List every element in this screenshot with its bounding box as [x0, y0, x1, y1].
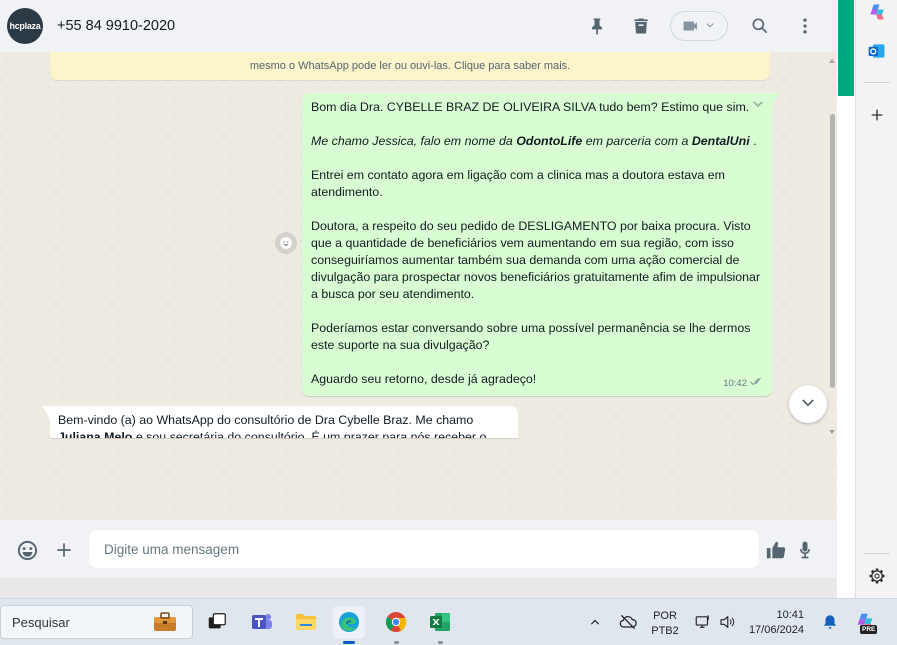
- taskbar-search-placeholder: Pesquisar: [12, 615, 70, 630]
- incoming-message-bubble[interactable]: Bem-vindo (a) ao WhatsApp do consultório…: [50, 406, 518, 438]
- message-paragraph: Doutora, a respeito do seu pedido de DES…: [311, 219, 761, 301]
- active-app-indicator: [343, 641, 355, 644]
- menu-icon[interactable]: [793, 14, 817, 38]
- scroll-to-bottom-button[interactable]: [789, 385, 827, 423]
- message-paragraph: Entrei em contato agora em ligação com a…: [311, 168, 725, 199]
- file-explorer-icon[interactable]: [290, 606, 322, 638]
- brand-dentaluni: DentalUni: [691, 134, 750, 148]
- message-paragraph: Poderíamos estar conversando sobre uma p…: [311, 321, 751, 352]
- show-hidden-icons-chevron-icon[interactable]: [583, 606, 607, 638]
- emoji-icon[interactable]: [15, 538, 39, 562]
- message-line: Juliana Melo e sou secretária do consult…: [58, 429, 510, 438]
- outgoing-message-bubble[interactable]: Bom dia Dra. CYBELLE BRAZ DE OLIVEIRA SI…: [302, 93, 780, 396]
- taskbar-search-box[interactable]: Pesquisar: [0, 605, 193, 639]
- sidebar-divider: [864, 553, 890, 554]
- task-view-icon[interactable]: [201, 606, 233, 638]
- emoji-reaction-icon[interactable]: [275, 232, 297, 254]
- system-clock[interactable]: 10:41 17/06/2024: [748, 608, 804, 638]
- excel-icon[interactable]: [424, 606, 456, 638]
- onedrive-offline-icon[interactable]: [615, 606, 641, 638]
- whatsapp-green-bar: [838, 0, 854, 96]
- add-icon[interactable]: [865, 103, 889, 127]
- header-actions: [585, 0, 817, 52]
- copilot-preview-icon[interactable]: PRE: [850, 606, 880, 638]
- contact-name[interactable]: +55 84 9910-2020: [57, 18, 175, 34]
- message-paragraph: Bom dia Dra. CYBELLE BRAZ DE OLIVEIRA SI…: [311, 100, 750, 114]
- message-text: .: [749, 134, 757, 148]
- thumbs-up-icon[interactable]: [764, 538, 788, 562]
- contact-avatar[interactable]: hcplaza: [7, 8, 43, 44]
- attach-plus-icon[interactable]: [52, 538, 76, 562]
- scroll-thumb[interactable]: [830, 114, 835, 388]
- sidebar-divider: [864, 82, 890, 83]
- double-check-icon: [750, 375, 764, 392]
- preview-badge: PRE: [860, 625, 878, 634]
- chevron-down-icon: [802, 399, 814, 407]
- scroll-up-arrow[interactable]: [829, 59, 835, 63]
- chat-messages-area[interactable]: mesmo o WhatsApp pode ler ou ouvi-las. C…: [0, 52, 837, 520]
- browser-sidebar: [855, 0, 897, 598]
- message-text: em parceria com a: [582, 134, 692, 148]
- settings-gear-icon[interactable]: [865, 564, 889, 588]
- whatsapp-window: hcplaza +55 84 9910-2020 mesmo o WhatsAp…: [0, 0, 837, 578]
- message-text: Me chamo Jessica, falo em nome da: [311, 134, 517, 148]
- outlook-icon[interactable]: [865, 39, 889, 63]
- search-icon[interactable]: [748, 14, 772, 38]
- message-time: 10:42: [723, 378, 747, 389]
- running-app-indicator: [394, 641, 399, 644]
- briefcase-icon: [151, 610, 179, 634]
- running-app-indicator: [438, 641, 443, 644]
- message-composer: [0, 520, 837, 578]
- bubble-tail: [772, 93, 780, 106]
- message-options-chevron-icon[interactable]: [750, 97, 766, 113]
- chrome-icon[interactable]: [380, 606, 412, 638]
- message-line: Bem-vindo (a) ao WhatsApp do consultório…: [58, 413, 474, 427]
- scroll-down-arrow[interactable]: [829, 430, 835, 434]
- clock-time: 10:41: [776, 609, 804, 621]
- message-paragraph: Aguardo seu retorno, desde já agradeço!: [311, 372, 537, 386]
- secretary-name: Juliana Melo: [58, 430, 133, 438]
- brand-odontolife: OdontoLife: [516, 134, 583, 148]
- pin-icon[interactable]: [585, 14, 609, 38]
- message-paragraph: Me chamo Jessica, falo em nome da Odonto…: [311, 133, 763, 150]
- windows-taskbar: Pesquisar POR PTB2 10:41 17/06/2024 PRE: [0, 598, 897, 645]
- input-language-indicator[interactable]: POR PTB2: [648, 609, 682, 639]
- video-camera-icon: [683, 21, 697, 31]
- chat-header: hcplaza +55 84 9910-2020: [0, 0, 837, 52]
- video-call-button[interactable]: [670, 11, 728, 41]
- chevron-down-icon: [706, 23, 714, 28]
- message-meta: 10:42: [723, 375, 764, 392]
- keyboard-layout-code: PTB2: [651, 625, 679, 637]
- notification-bell-icon[interactable]: [818, 606, 842, 638]
- clock-date: 17/06/2024: [748, 624, 804, 636]
- edge-browser-icon[interactable]: [333, 606, 365, 638]
- language-code: POR: [653, 610, 677, 622]
- microphone-icon[interactable]: [793, 538, 817, 562]
- copilot-icon[interactable]: [865, 0, 889, 24]
- network-icon[interactable]: [693, 606, 713, 638]
- volume-icon[interactable]: [716, 606, 738, 638]
- bubble-tail: [42, 406, 50, 419]
- window-bottom-edge: [0, 578, 855, 598]
- message-text: e sou secretária do consultório. É um pr…: [132, 430, 487, 438]
- teams-icon[interactable]: [246, 606, 278, 638]
- message-input[interactable]: [89, 530, 759, 568]
- encryption-notice[interactable]: mesmo o WhatsApp pode ler ou ouvi-las. C…: [50, 52, 770, 80]
- delete-icon[interactable]: [629, 14, 653, 38]
- chat-scrollbar[interactable]: [828, 52, 837, 434]
